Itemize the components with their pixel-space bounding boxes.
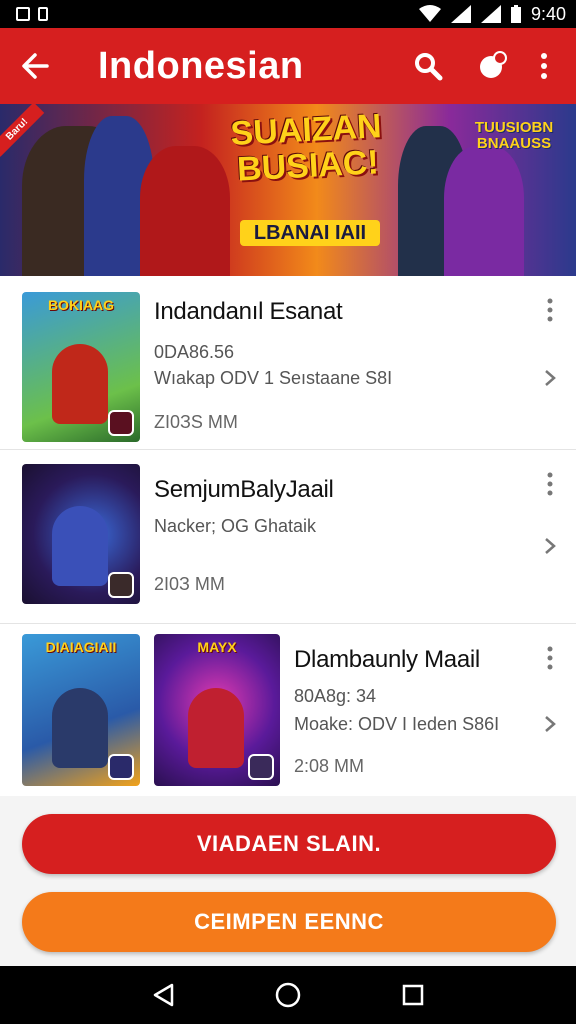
arrow-back-icon xyxy=(22,53,49,79)
app-badge-icon xyxy=(108,754,134,780)
nav-home-button[interactable] xyxy=(264,971,312,1019)
nav-back-button[interactable] xyxy=(139,971,187,1019)
page-title: Indonesian xyxy=(98,44,304,87)
overflow-menu-button[interactable] xyxy=(524,28,564,104)
item-more-button[interactable] xyxy=(542,470,558,498)
app-name: Indandanıl Esanat xyxy=(154,298,343,325)
chevron-right-icon xyxy=(545,370,556,386)
app-version: 0DA86.56 xyxy=(154,342,235,362)
more-vert-icon xyxy=(547,472,553,496)
hero-figure xyxy=(140,146,230,276)
more-vert-icon xyxy=(541,53,547,79)
signal-icon xyxy=(450,5,471,23)
photo-notification-icon xyxy=(16,7,30,21)
wifi-icon xyxy=(418,5,441,22)
thumbnail-character xyxy=(52,506,108,586)
item-open-button[interactable] xyxy=(540,536,560,556)
list-item[interactable]: DIAIAGIAII MAYX Dlambaunly Maail 80A8g: … xyxy=(0,624,576,794)
chevron-right-icon xyxy=(545,716,556,732)
nav-recents-icon xyxy=(403,984,424,1006)
nav-recents-button[interactable] xyxy=(389,971,437,1019)
notifications-button[interactable] xyxy=(460,28,524,104)
app-bar: Indonesian xyxy=(0,28,576,104)
search-button[interactable] xyxy=(396,28,460,104)
thumbnail-title: MAYX xyxy=(197,639,237,655)
app-thumbnail: BOKIAAG xyxy=(22,292,140,442)
app-badge-icon xyxy=(108,410,134,436)
item-open-button[interactable] xyxy=(540,368,560,388)
app-publisher: Nacker; OG Ghataik xyxy=(154,516,317,536)
banner-headline: SUAIZAN BUSIAC! xyxy=(229,107,383,189)
promo-banner[interactable]: Baru! SUAIZAN BUSIAC! LBANAI IAII TUUSIO… xyxy=(0,104,576,276)
item-open-button[interactable] xyxy=(540,714,560,734)
hero-figure xyxy=(444,146,524,276)
thumbnail-character xyxy=(52,688,108,768)
app-publisher: Wıakap ODV 1 Seıstaane S8I xyxy=(154,368,393,388)
app-size: 2I0З MM xyxy=(154,574,225,594)
status-bar: 9:40 xyxy=(0,0,576,28)
list-item[interactable]: SemjumBalyJaail Nacker; OG Ghataik 2I0З … xyxy=(0,450,576,624)
app-badge-icon xyxy=(108,572,134,598)
app-size: 2:08 MM xyxy=(294,756,365,776)
app-name: SemjumBalyJaail xyxy=(154,476,334,503)
signal-icon-2 xyxy=(480,5,501,23)
thumbnail-title: DIAIAGIAII xyxy=(45,639,117,655)
app-screen: 9:40 Indonesian Baru! SUAIZAN BUSIAC! LB… xyxy=(0,0,576,1024)
banner-corner-tag: TUUSIOBN BNAAUSS xyxy=(474,119,554,152)
back-button[interactable] xyxy=(0,28,70,104)
app-thumbnail: DIAIAGIAII xyxy=(22,634,140,786)
banner-subline: LBANAI IAII xyxy=(240,220,380,246)
clock: 9:40 xyxy=(530,3,566,24)
action-area: VIADAEN SLAIN. CEIMPEN EENNC xyxy=(0,796,576,966)
primary-action-button[interactable]: VIADAEN SLAIN. xyxy=(22,814,556,874)
app-thumbnail xyxy=(22,464,140,604)
chevron-right-icon xyxy=(545,538,556,554)
more-vert-icon xyxy=(547,298,553,322)
battery-saver-icon xyxy=(38,7,48,21)
thumbnail-character xyxy=(188,688,244,768)
list-item[interactable]: BOKIAAG Indandanıl Esanat 0DA86.56 Wıaka… xyxy=(0,276,576,450)
item-more-button[interactable] xyxy=(542,644,558,672)
nav-back-icon xyxy=(153,983,173,1007)
notification-bubble-icon xyxy=(480,51,507,78)
item-more-button[interactable] xyxy=(542,296,558,324)
nav-home-icon xyxy=(275,982,301,1008)
app-list: BOKIAAG Indandanıl Esanat 0DA86.56 Wıaka… xyxy=(0,276,576,796)
app-size: ZI0ЗS MM xyxy=(154,412,238,432)
system-nav-bar xyxy=(0,966,576,1024)
search-icon xyxy=(415,53,443,81)
app-publisher: Moake: ODV I Ieden S86I xyxy=(294,714,500,734)
secondary-action-button[interactable]: CEIMPEN EENNC xyxy=(22,892,556,952)
thumbnail-title: BOKIAAG xyxy=(47,297,115,313)
app-badge-icon xyxy=(248,754,274,780)
app-version: 80A8g: 34 xyxy=(294,686,377,706)
app-name: Dlambaunly Maail xyxy=(294,646,480,673)
thumbnail-character xyxy=(52,344,108,424)
more-vert-icon xyxy=(547,646,553,670)
app-thumbnail-secondary: MAYX xyxy=(154,634,280,786)
battery-icon xyxy=(510,5,521,23)
